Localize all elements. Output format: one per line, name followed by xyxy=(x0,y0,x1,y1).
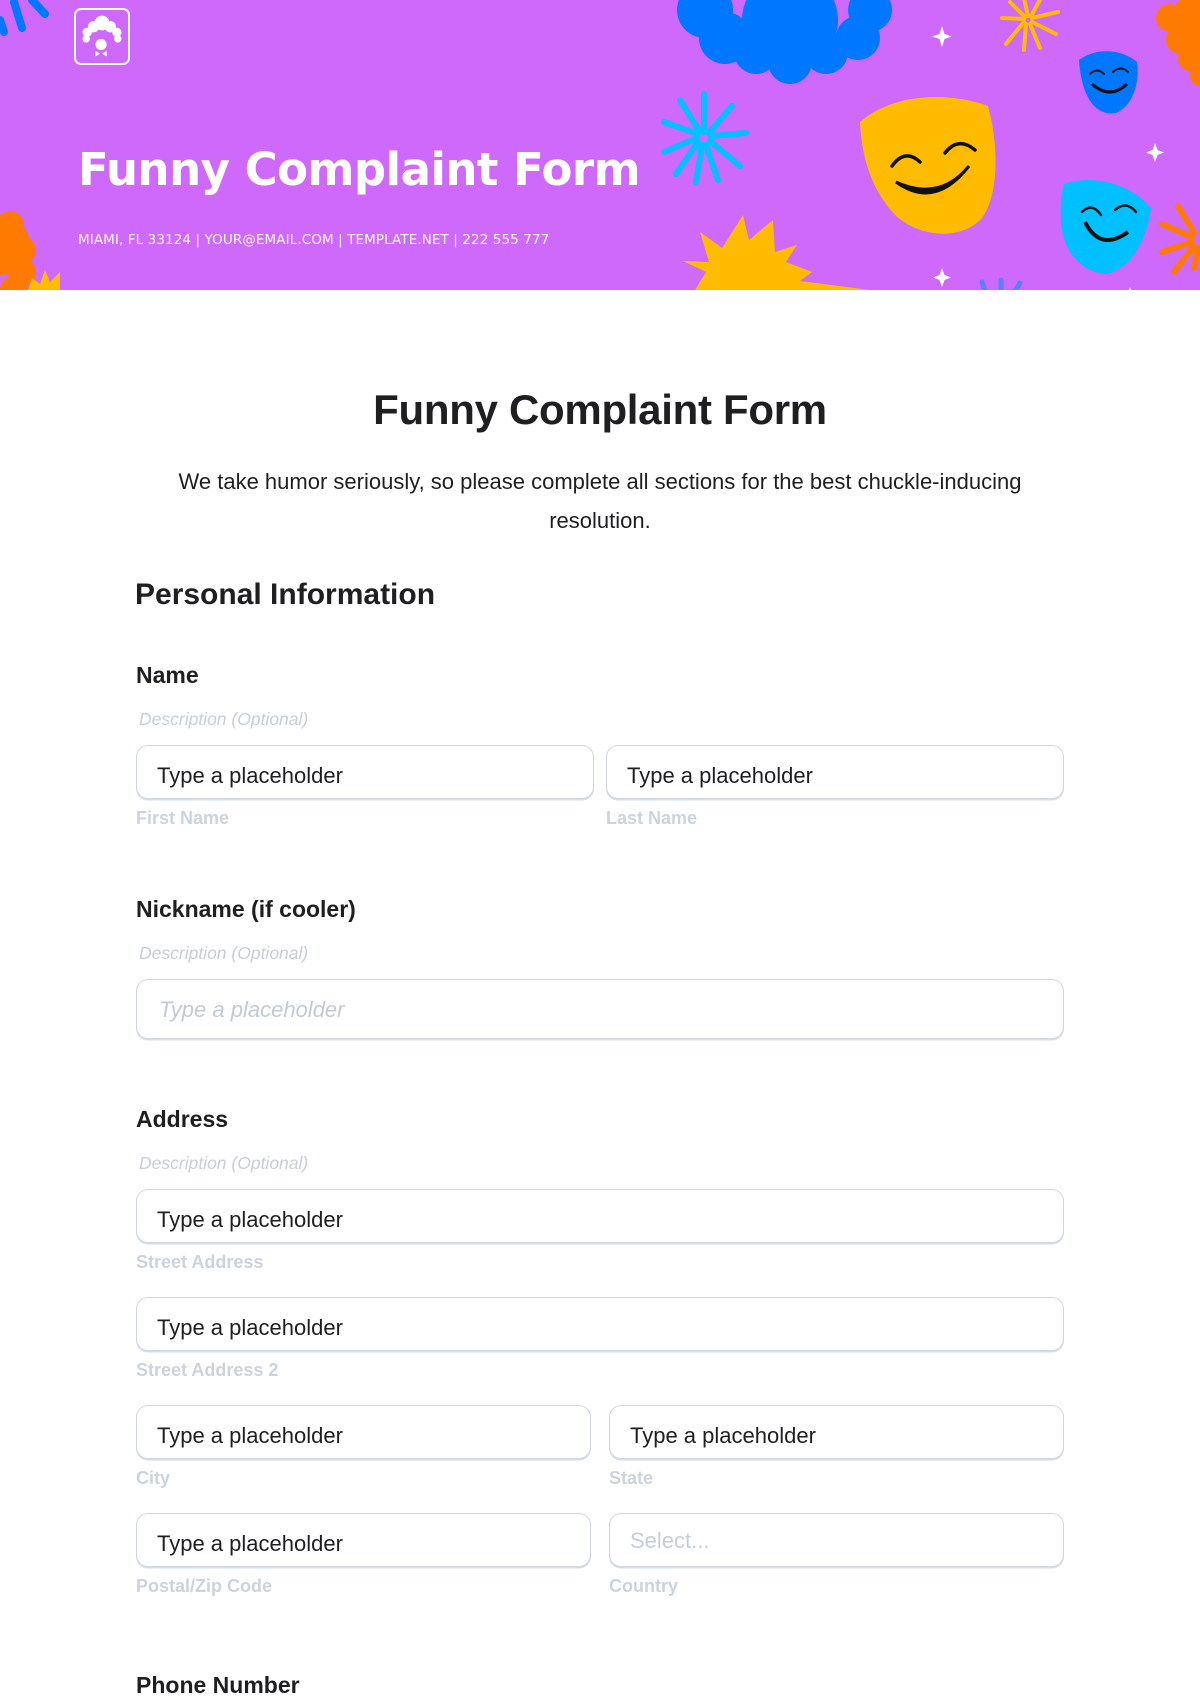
field-description-name: Description (Optional) xyxy=(139,709,309,729)
last-name-value: Type a placeholder xyxy=(627,763,813,788)
header-contact-info: MIAMI, FL 33124 | YOUR@EMAIL.COM | TEMPL… xyxy=(78,232,550,248)
state-input[interactable]: Type a placeholder xyxy=(609,1405,1064,1459)
field-description-address: Description (Optional) xyxy=(139,1153,309,1173)
burst-icon xyxy=(979,277,1023,290)
postal-code-value: Type a placeholder xyxy=(157,1531,343,1556)
cloud-icon xyxy=(1156,0,1200,86)
section-title-personal-information: Personal Information xyxy=(135,578,436,611)
last-name-sublabel: Last Name xyxy=(606,808,698,828)
header-title: Funny Complaint Form xyxy=(78,143,641,196)
cloud-icon xyxy=(0,211,36,290)
smiling-mask-icon xyxy=(860,96,996,234)
state-value: Type a placeholder xyxy=(630,1423,816,1448)
street-address-2-sublabel: Street Address 2 xyxy=(136,1360,279,1380)
street-address-sublabel: Street Address xyxy=(136,1252,264,1272)
country-select[interactable]: Select... xyxy=(609,1513,1064,1567)
burst-icon xyxy=(1000,0,1060,52)
field-label-address: Address xyxy=(136,1106,229,1132)
postal-code-input[interactable]: Type a placeholder xyxy=(136,1513,591,1567)
logo xyxy=(74,8,130,65)
first-name-sublabel: First Name xyxy=(136,808,230,828)
field-description-nickname: Description (Optional) xyxy=(139,943,309,963)
cloud-icon xyxy=(677,0,892,84)
header-banner: Funny Complaint Form MIAMI, FL 33124 | Y… xyxy=(0,0,1200,290)
smiling-mask-icon xyxy=(1079,51,1138,114)
state-sublabel: State xyxy=(609,1468,654,1488)
street-address-input[interactable]: Type a placeholder xyxy=(136,1189,1064,1243)
first-name-value: Type a placeholder xyxy=(157,763,343,788)
last-name-input[interactable]: Type a placeholder xyxy=(606,745,1064,799)
form-title: Funny Complaint Form xyxy=(373,386,827,433)
country-sublabel: Country xyxy=(609,1576,678,1596)
clown-face-icon xyxy=(82,15,122,57)
street-address-value: Type a placeholder xyxy=(157,1207,343,1232)
smiling-mask-icon xyxy=(1060,179,1151,274)
nickname-input[interactable]: Type a placeholder xyxy=(136,979,1064,1039)
field-label-nickname: Nickname (if cooler) xyxy=(136,896,356,922)
field-label-phone-number: Phone Number xyxy=(136,1672,300,1698)
postal-code-sublabel: Postal/Zip Code xyxy=(136,1576,273,1596)
street-address-2-value: Type a placeholder xyxy=(157,1315,343,1340)
burst-icon xyxy=(661,91,749,185)
nickname-placeholder: Type a placeholder xyxy=(159,997,345,1022)
first-name-input[interactable]: Type a placeholder xyxy=(136,745,594,799)
form-intro: We take humor seriously, so please compl… xyxy=(178,469,1022,533)
burst-icon xyxy=(1159,203,1200,275)
street-address-2-input[interactable]: Type a placeholder xyxy=(136,1297,1064,1351)
country-select-placeholder: Select... xyxy=(630,1528,710,1553)
star-icon xyxy=(683,215,870,290)
city-value: Type a placeholder xyxy=(157,1423,343,1448)
city-input[interactable]: Type a placeholder xyxy=(136,1405,591,1459)
burst-icon xyxy=(0,0,49,36)
field-label-name: Name xyxy=(136,662,199,688)
city-sublabel: City xyxy=(136,1468,171,1488)
